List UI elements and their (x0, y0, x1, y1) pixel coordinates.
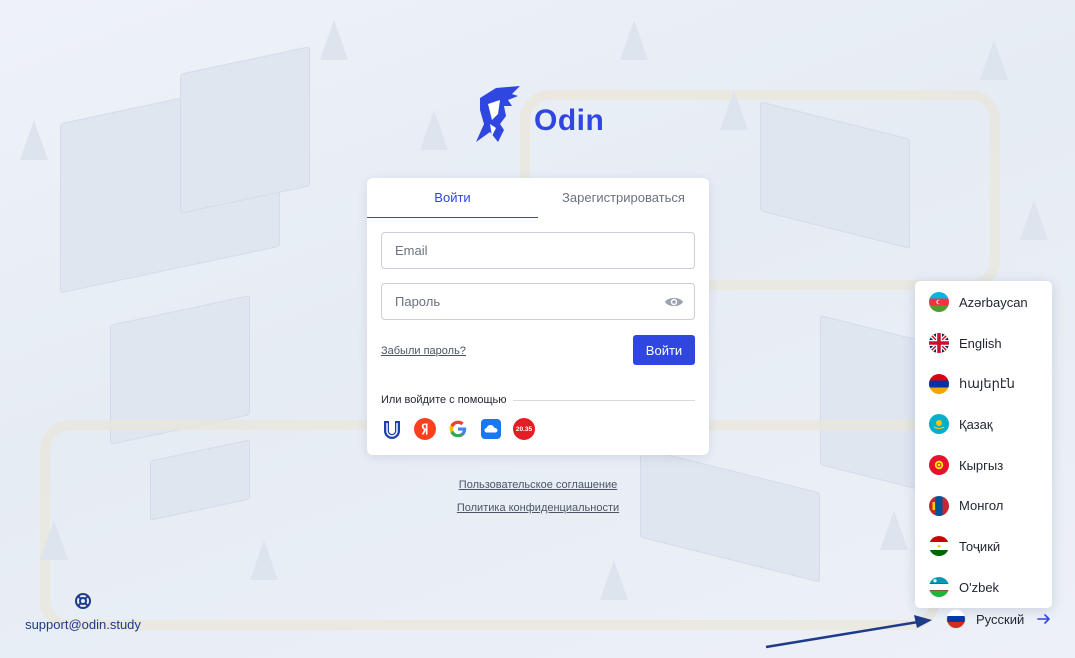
lang-item-uzbek[interactable]: O'zbek (915, 567, 1052, 608)
lang-item-azerbaijani[interactable]: Azərbaycan (915, 282, 1052, 323)
lang-label: հայերէն (959, 375, 1015, 391)
social-login-label: Или войдите с помощью (381, 394, 507, 406)
lang-label: Қазақ (959, 416, 993, 432)
russia-flag-icon (946, 609, 966, 629)
brand-logo: Odin (474, 84, 604, 144)
social-login-buttons: 20.35 (381, 418, 535, 440)
lang-item-mongolian[interactable]: Монгол (915, 485, 1052, 526)
terms-link[interactable]: Пользовательское соглашение (367, 479, 709, 491)
tajikistan-flag-icon (929, 536, 949, 557)
mongolia-flag-icon (929, 495, 949, 516)
login-button[interactable]: Войти (633, 335, 695, 365)
20-35-icon[interactable]: 20.35 (513, 418, 535, 440)
lang-item-armenian[interactable]: հայերէն (915, 363, 1052, 404)
lang-label: O'zbek (959, 579, 1000, 595)
support-email-link[interactable]: support@odin.study (20, 617, 146, 632)
odin-helmet-icon (476, 86, 520, 142)
lang-item-kyrgyz[interactable]: Кыргыз (915, 445, 1052, 486)
uk-flag-icon (929, 333, 949, 354)
social-login-divider: Или войдите с помощью (381, 394, 695, 406)
brand-name: Odin (534, 104, 605, 137)
current-language-label: Русский (976, 611, 1025, 627)
lifebuoy-icon (75, 593, 91, 609)
password-field (381, 283, 695, 320)
unionid-icon[interactable] (381, 418, 403, 440)
divider-line (512, 399, 695, 401)
google-icon[interactable] (447, 418, 469, 440)
eye-icon[interactable] (664, 294, 684, 310)
arrow-right-icon[interactable] (1036, 611, 1052, 627)
kazakhstan-flag-icon (929, 414, 949, 435)
lang-label: Кыргыз (959, 457, 1004, 473)
tab-login[interactable]: Войти (367, 178, 538, 218)
cloud-icon[interactable] (480, 418, 502, 440)
lang-label: Монгол (959, 498, 1004, 514)
email-input[interactable] (382, 233, 694, 268)
lang-label: Azərbaycan (959, 294, 1028, 310)
support-block: support@odin.study (20, 592, 146, 632)
tab-register[interactable]: Зарегистрироваться (538, 178, 709, 218)
auth-tabs: Войти Зарегистрироваться (367, 178, 709, 218)
yandex-icon[interactable] (414, 418, 436, 440)
email-field (381, 232, 695, 269)
20-35-label: 20.35 (515, 425, 533, 433)
lang-item-kazakh[interactable]: Қазақ (915, 404, 1052, 445)
azerbaijan-flag-icon (929, 292, 949, 313)
privacy-link[interactable]: Политика конфиденциальности (367, 502, 709, 514)
forgot-password-link[interactable]: Забыли пароль? (381, 345, 466, 357)
lang-item-english[interactable]: English (915, 323, 1052, 364)
auth-card: Войти Зарегистрироваться Забыли пароль? … (367, 178, 709, 455)
password-input[interactable] (382, 284, 694, 319)
language-selector[interactable]: Русский (946, 609, 1052, 629)
kyrgyzstan-flag-icon (929, 455, 949, 476)
lang-label: Тоҷикӣ (959, 538, 1001, 554)
lang-item-tajik[interactable]: Тоҷикӣ (915, 526, 1052, 567)
armenia-flag-icon (929, 373, 949, 394)
language-menu: Azərbaycan English հայերէն Қазақ Кыргыз (915, 281, 1052, 608)
lang-label: English (959, 335, 1002, 351)
uzbekistan-flag-icon (929, 577, 949, 598)
